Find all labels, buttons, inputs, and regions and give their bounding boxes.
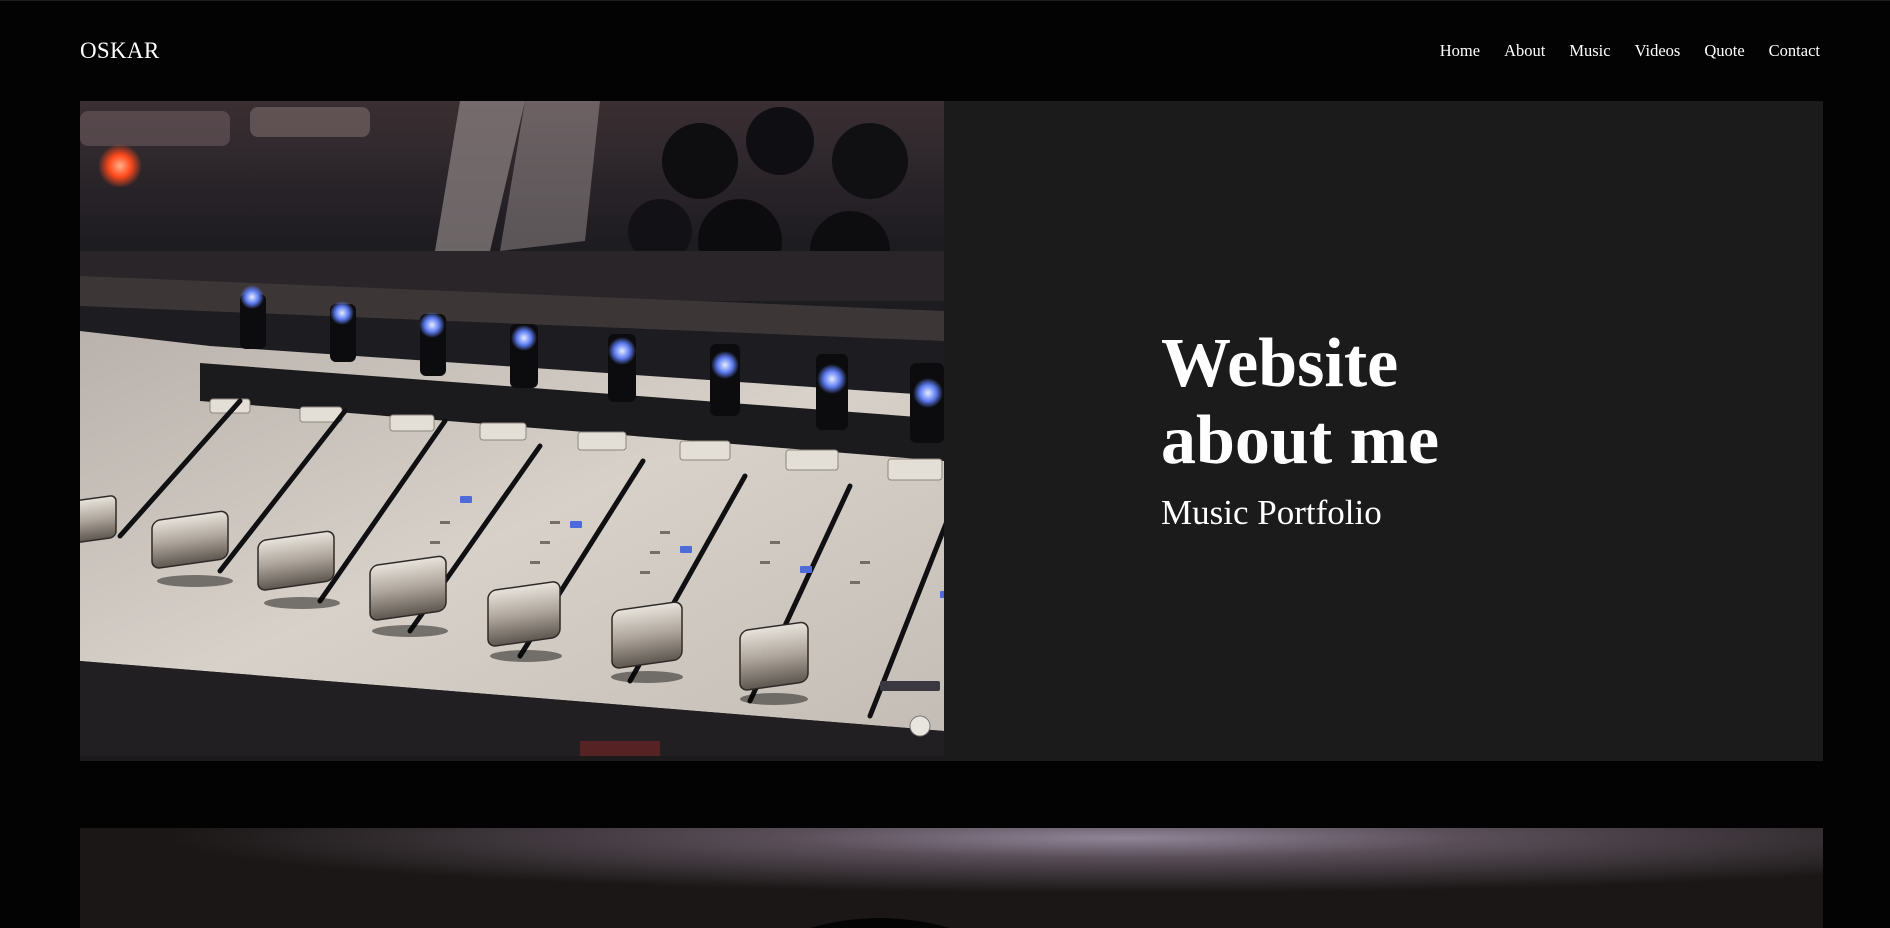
nav-link-home[interactable]: Home — [1416, 41, 1480, 61]
hero-title-line2: about me — [1161, 402, 1440, 479]
main-nav: Home About Music Videos Quote Contact — [1416, 30, 1820, 72]
nav-link-quote[interactable]: Quote — [1680, 41, 1744, 61]
next-section-image — [80, 828, 1823, 928]
site-header: OSKAR Home About Music Videos Quote Cont… — [80, 30, 1820, 72]
hero-title-line1: Website — [1161, 325, 1399, 402]
hero-image-mixing-console — [80, 101, 944, 756]
top-border — [0, 0, 1890, 1]
nav-link-contact[interactable]: Contact — [1745, 41, 1820, 61]
brand-logo[interactable]: OSKAR — [80, 38, 159, 64]
nav-link-music[interactable]: Music — [1545, 41, 1610, 61]
hero-subtitle: Music Portfolio — [1161, 493, 1382, 532]
hero-title: Website about me — [1161, 325, 1661, 479]
hero-section: Website about me Music Portfolio — [80, 101, 1823, 761]
nav-link-about[interactable]: About — [1480, 41, 1545, 61]
nav-link-videos[interactable]: Videos — [1611, 41, 1681, 61]
hero-text-block: Website about me Music Portfolio — [1161, 325, 1661, 533]
